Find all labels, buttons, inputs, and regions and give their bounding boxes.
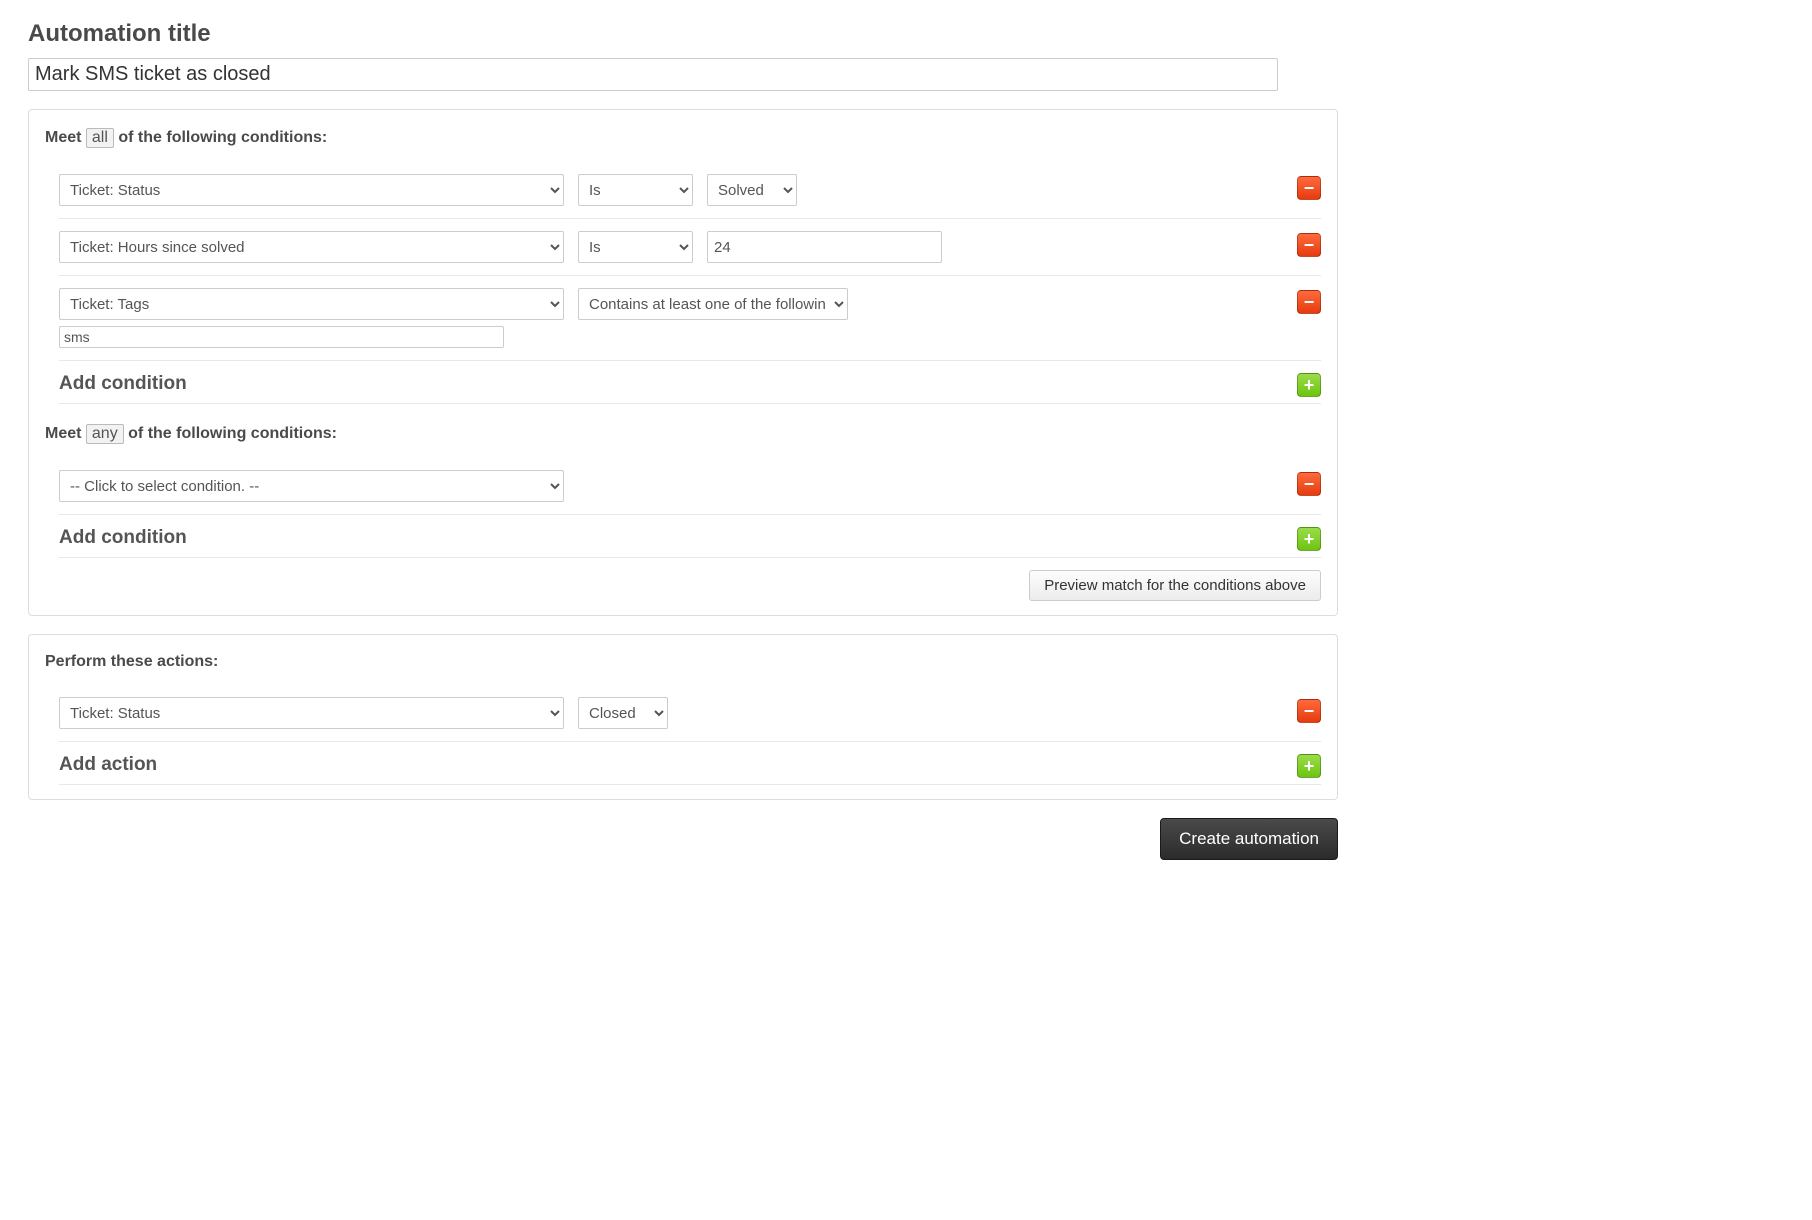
plus-icon: + (1304, 530, 1315, 548)
condition-row: Ticket: Tags Contains at least one of th… (59, 276, 1321, 361)
minus-icon: − (1304, 702, 1315, 720)
remove-condition-button[interactable]: − (1297, 472, 1321, 496)
create-automation-button[interactable]: Create automation (1160, 818, 1338, 860)
conditions-any-label: Meet any of the following conditions: (45, 424, 1321, 444)
all-chip: all (86, 128, 114, 148)
condition-field-select[interactable]: Ticket: Tags (59, 288, 564, 320)
add-condition-label: Add condition (59, 527, 187, 549)
add-condition-row: Add condition + (59, 515, 1321, 558)
remove-action-button[interactable]: − (1297, 699, 1321, 723)
remove-condition-button[interactable]: − (1297, 176, 1321, 200)
text: of the following conditions: (124, 425, 337, 442)
text: Meet (45, 129, 86, 146)
add-condition-button[interactable]: + (1297, 527, 1321, 551)
conditions-all-label: Meet all of the following conditions: (45, 128, 1321, 148)
add-action-row: Add action + (59, 742, 1321, 785)
add-condition-row: Add condition + (59, 361, 1321, 404)
actions-panel: Perform these actions: Ticket: Status Cl… (28, 634, 1338, 800)
conditions-all-rows: Ticket: Status Is Solved − Ticket: Hours… (59, 162, 1321, 404)
add-condition-label: Add condition (59, 373, 187, 395)
minus-icon: − (1304, 179, 1315, 197)
condition-row: Ticket: Status Is Solved − (59, 162, 1321, 219)
automation-title-input[interactable] (28, 58, 1278, 91)
conditions-any-rows: -- Click to select condition. -- − Add c… (59, 458, 1321, 558)
actions-rows: Ticket: Status Closed − Add action + (59, 685, 1321, 785)
minus-icon: − (1304, 475, 1315, 493)
condition-field-select[interactable]: Ticket: Status (59, 174, 564, 206)
action-value-select[interactable]: Closed (578, 697, 668, 729)
condition-value-select[interactable]: Solved (707, 174, 797, 206)
conditions-panel: Meet all of the following conditions: Ti… (28, 109, 1338, 616)
minus-icon: − (1304, 236, 1315, 254)
condition-value-input[interactable] (707, 231, 942, 263)
action-row: Ticket: Status Closed − (59, 685, 1321, 742)
condition-field-select[interactable]: -- Click to select condition. -- (59, 470, 564, 502)
condition-operator-select[interactable]: Contains at least one of the following (578, 288, 848, 320)
remove-condition-button[interactable]: − (1297, 233, 1321, 257)
page-title: Automation title (28, 20, 1784, 48)
any-chip: any (86, 424, 124, 444)
text: of the following conditions: (114, 129, 327, 146)
minus-icon: − (1304, 293, 1315, 311)
plus-icon: + (1304, 757, 1315, 775)
condition-row: -- Click to select condition. -- − (59, 458, 1321, 515)
condition-tags-input[interactable] (59, 326, 504, 348)
plus-icon: + (1304, 376, 1315, 394)
condition-row: Ticket: Hours since solved Is − (59, 219, 1321, 276)
preview-match-button[interactable]: Preview match for the conditions above (1029, 570, 1321, 601)
action-field-select[interactable]: Ticket: Status (59, 697, 564, 729)
condition-operator-select[interactable]: Is (578, 231, 693, 263)
condition-field-select[interactable]: Ticket: Hours since solved (59, 231, 564, 263)
condition-operator-select[interactable]: Is (578, 174, 693, 206)
remove-condition-button[interactable]: − (1297, 290, 1321, 314)
add-action-button[interactable]: + (1297, 754, 1321, 778)
add-condition-button[interactable]: + (1297, 373, 1321, 397)
text: Meet (45, 425, 86, 442)
add-action-label: Add action (59, 754, 157, 776)
actions-heading: Perform these actions: (45, 653, 1321, 671)
